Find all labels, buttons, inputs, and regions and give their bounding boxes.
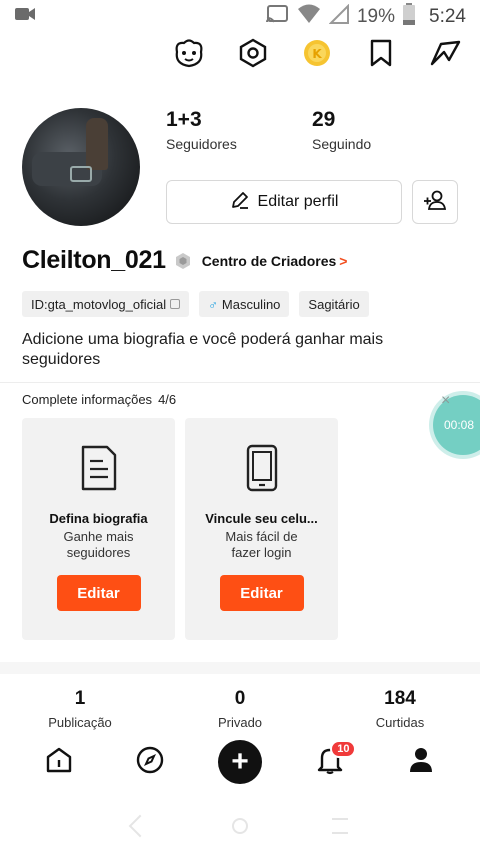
avatar-screen-shape (70, 166, 92, 182)
follow-stats: 1+3 Seguidores 29 Seguindo (166, 108, 458, 152)
user-icon (408, 746, 434, 779)
notification-badge: 10 (330, 740, 357, 758)
user-id: ID:gta_motovlog_oficial (31, 296, 167, 312)
signal-icon (328, 3, 349, 30)
compass-icon (135, 745, 165, 780)
add-user-icon (423, 189, 447, 216)
settings-hex-icon[interactable] (236, 36, 270, 70)
section-divider (0, 662, 480, 674)
private-count: 0 (234, 688, 246, 709)
battery-percentage: 19% (356, 6, 396, 27)
card-subtitle-line: fazer login (231, 545, 292, 560)
likes-count: 184 (384, 688, 416, 709)
posts-label: Publicação (48, 715, 112, 730)
wifi-icon (297, 4, 321, 30)
document-icon (77, 444, 121, 492)
bottom-nav: + 10 (0, 736, 480, 788)
complete-info-progress: 4/6 (158, 392, 177, 407)
card-subtitle: Mais fácil de fazer login (185, 529, 338, 561)
svg-text:K: K (312, 47, 322, 61)
nav-create[interactable]: + (214, 738, 266, 786)
top-actions: K (172, 36, 462, 70)
battery-icon (403, 3, 416, 31)
recents-icon[interactable] (332, 818, 348, 834)
complete-info-title: Complete informações (22, 392, 153, 407)
card-link-phone[interactable]: Vincule seu celu... Mais fácil de fazer … (185, 418, 338, 640)
avatar[interactable] (22, 108, 140, 226)
nav-notifications[interactable]: 10 (304, 738, 357, 786)
divider (0, 382, 480, 383)
clock: 5:24 (429, 6, 466, 27)
username: Cleilton_021 (22, 246, 166, 274)
user-id-tag[interactable]: ID:gta_motovlog_oficial (22, 291, 190, 317)
posts-stat[interactable]: 1 Publicação (0, 688, 160, 730)
bio-text[interactable]: Adicione uma biografia e você poderá gan… (22, 330, 462, 370)
following-count: 29 (312, 108, 336, 131)
close-icon[interactable]: × (441, 392, 450, 410)
video-call-icon (14, 6, 36, 28)
followers-label: Seguidores (166, 136, 237, 152)
following-label: Seguindo (312, 136, 372, 152)
creator-center-label: Centro de Criadores (201, 252, 337, 269)
chevron-right-icon: > (339, 252, 348, 269)
edit-profile-button[interactable]: Editar perfil (166, 180, 402, 224)
nav-home[interactable] (33, 738, 85, 786)
card-subtitle-line: Mais fácil de (225, 529, 298, 544)
gender-tag: ♂ Masculino (199, 291, 290, 317)
edit-profile-label: Editar perfil (257, 193, 339, 210)
private-label: Privado (217, 715, 263, 730)
home-button-icon[interactable] (232, 818, 248, 834)
creator-center-link[interactable]: Centro de Criadores > (202, 253, 348, 269)
system-nav (0, 806, 480, 846)
copy-icon (170, 299, 181, 309)
gender-label: Masculino (221, 296, 281, 312)
followers-stat[interactable]: 1+3 Seguidores (166, 108, 312, 152)
card-subtitle: Ganhe mais seguidores (22, 529, 175, 561)
male-icon: ♂ (208, 296, 218, 312)
zodiac-label: Sagitário (308, 296, 360, 312)
pencil-icon (230, 190, 250, 215)
bookmark-icon[interactable] (364, 36, 398, 70)
following-stat[interactable]: 29 Seguindo (312, 108, 458, 152)
profile-tags: ID:gta_motovlog_oficial ♂ Masculino Sagi… (22, 291, 369, 317)
profile-header: 1+3 Seguidores 29 Seguindo Editar perfil (22, 108, 462, 228)
share-icon[interactable] (428, 36, 462, 70)
home-icon (45, 746, 73, 779)
card-subtitle-line: Ganhe mais (63, 529, 134, 544)
nav-profile[interactable] (395, 738, 447, 786)
zodiac-tag: Sagitário (299, 291, 369, 317)
card-title: Vincule seu celu... (205, 511, 318, 526)
edit-bio-button[interactable]: Editar (56, 575, 141, 611)
coin-icon[interactable]: K (300, 36, 334, 70)
content-stats: 1 Publicação 0 Privado 184 Curtidas (0, 688, 480, 730)
cast-icon (265, 4, 289, 30)
likes-label: Curtidas (375, 715, 425, 730)
card-subtitle-line: seguidores (66, 545, 131, 560)
add-friend-button[interactable] (412, 180, 458, 224)
username-row: Cleilton_021 Centro de Criadores > (22, 246, 462, 275)
card-set-bio[interactable]: Defina biografia Ganhe mais seguidores E… (22, 418, 175, 640)
edit-phone-button[interactable]: Editar (219, 575, 304, 611)
plus-icon: + (217, 740, 262, 784)
back-icon[interactable] (128, 814, 152, 838)
private-stat[interactable]: 0 Privado (160, 688, 320, 730)
avatar-rider-shape (86, 118, 108, 170)
status-bar: 19% 5:24 (0, 0, 480, 34)
phone-icon (240, 444, 284, 492)
level-badge-icon[interactable] (174, 252, 192, 270)
complete-info-header: Complete informações 4/6 (22, 392, 176, 407)
nav-discover[interactable] (124, 738, 176, 786)
likes-stat[interactable]: 184 Curtidas (320, 688, 480, 730)
complete-info-cards: Defina biografia Ganhe mais seguidores E… (22, 418, 338, 640)
followers-count: 1+3 (166, 108, 202, 131)
card-title: Defina biografia (49, 511, 148, 526)
mascot-icon[interactable] (172, 36, 206, 70)
posts-count: 1 (74, 688, 86, 709)
